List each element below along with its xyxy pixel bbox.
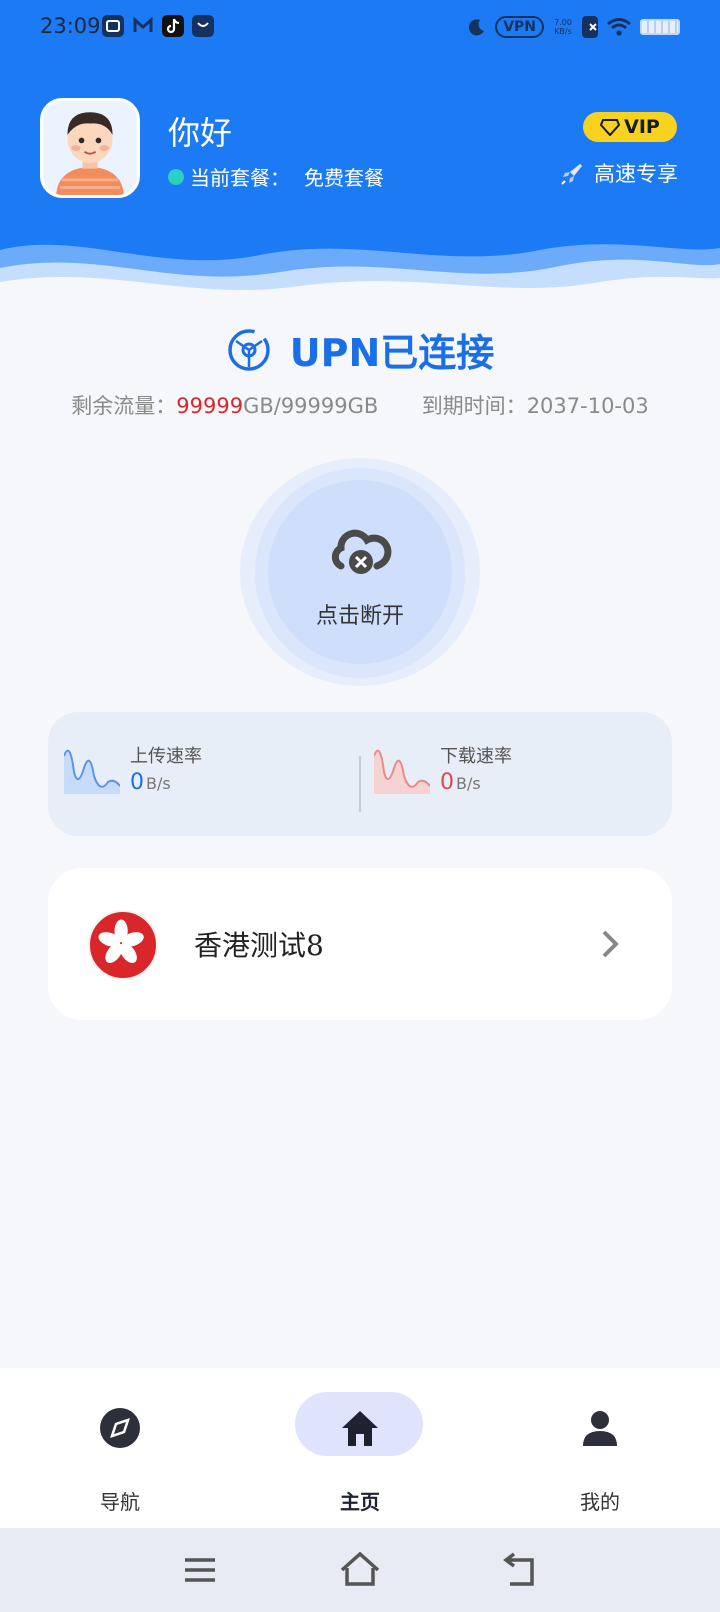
wifi-icon (607, 18, 631, 36)
fast-exclusive[interactable]: 高速专享 (560, 158, 678, 188)
plan-label: 当前套餐： (190, 166, 290, 190)
nav-home-label: 主页 (340, 1490, 380, 1514)
nav-guide-label: 导航 (100, 1490, 140, 1514)
download-value: 0 (440, 770, 454, 795)
cloud-disconnect-icon (331, 529, 392, 574)
plan-status-dot (168, 168, 184, 185)
bottom-nav: 导航 主页 我的 (0, 1368, 720, 1528)
chevron-right-icon (602, 930, 619, 958)
download-graph-icon (374, 749, 430, 794)
download-label: 下载速率 (440, 746, 512, 767)
rocket-icon (561, 164, 582, 185)
compass-icon (100, 1408, 140, 1448)
expire-date: 2037-10-03 (526, 394, 649, 418)
status-time: 23:09 (40, 14, 101, 38)
wave-decoration (0, 244, 720, 320)
battery-icon (640, 19, 680, 35)
disconnect-button[interactable]: 点击断开 (268, 480, 452, 664)
server-name: 香港测试8 (194, 929, 324, 962)
nav-guide[interactable]: 导航 (30, 1368, 210, 1528)
speed-card: 上传速率 0 B/s 下载速率 0 B/s (48, 712, 672, 836)
app-notification-icon (102, 15, 124, 37)
connection-status: UPN已连接 (0, 322, 720, 377)
tiktok-icon (162, 15, 184, 37)
upload-value-row: 0 B/s (130, 770, 171, 795)
expire-label: 到期时间： (421, 394, 527, 418)
speed-divider (359, 756, 361, 812)
net-speed-value: 7.00 (554, 18, 572, 27)
user-icon (583, 1411, 617, 1446)
avatar[interactable] (40, 98, 140, 198)
disconnect-label: 点击断开 (315, 604, 404, 629)
traffic-label: 剩余流量： (71, 394, 177, 418)
connection-title: UPN已连接 (289, 331, 495, 375)
avatar-boy-icon (56, 112, 124, 195)
fast-label: 高速专享 (594, 162, 678, 186)
greeting: 你好 (168, 114, 233, 152)
back-icon[interactable] (496, 1546, 544, 1594)
hong-kong-flag-icon (88, 910, 158, 980)
net-speed: 7.00 KB/s (552, 18, 574, 36)
moon-icon (469, 19, 485, 36)
home-icon (342, 1411, 378, 1446)
header-banner: 23:09 VPN 7.00 KB/s 你好 当前套餐： 免费套餐 VIP 高速… (0, 0, 720, 320)
mail-icon (132, 15, 154, 37)
nav-mine[interactable]: 我的 (510, 1368, 690, 1528)
message-icon (192, 15, 214, 37)
status-right-group: VPN 7.00 KB/s (465, 14, 680, 40)
upload-graph-icon (64, 749, 120, 794)
network-globe-icon (227, 328, 270, 371)
nav-home[interactable]: 主页 (270, 1368, 450, 1528)
download-unit: B/s (456, 774, 481, 793)
download-value-row: 0 B/s (440, 770, 481, 795)
upload-unit: B/s (146, 774, 171, 793)
vpn-status-badge: VPN (495, 16, 544, 38)
system-nav-bar (0, 1528, 720, 1612)
nav-mine-label: 我的 (580, 1490, 620, 1514)
vip-badge[interactable]: VIP (583, 112, 677, 142)
traffic-total: GB/99999GB (243, 394, 379, 418)
upload-label: 上传速率 (130, 746, 202, 767)
net-speed-unit: KB/s (554, 27, 572, 36)
traffic-info: 剩余流量：99999GB/99999GB 到期时间：2037-10-03 (0, 390, 720, 420)
no-sim-icon (582, 16, 598, 38)
upload-value: 0 (130, 770, 144, 795)
plan-info: 当前套餐： 免费套餐 (168, 162, 384, 191)
server-selector[interactable]: 香港测试8 (48, 868, 672, 1020)
traffic-remaining: 99999 (176, 394, 244, 418)
home-outline-icon[interactable] (336, 1546, 384, 1594)
diamond-icon (600, 119, 621, 136)
status-bar: 23:09 VPN 7.00 KB/s (0, 0, 720, 56)
menu-icon[interactable] (176, 1546, 224, 1594)
vip-label: VIP (624, 116, 660, 138)
plan-value: 免费套餐 (304, 166, 384, 190)
